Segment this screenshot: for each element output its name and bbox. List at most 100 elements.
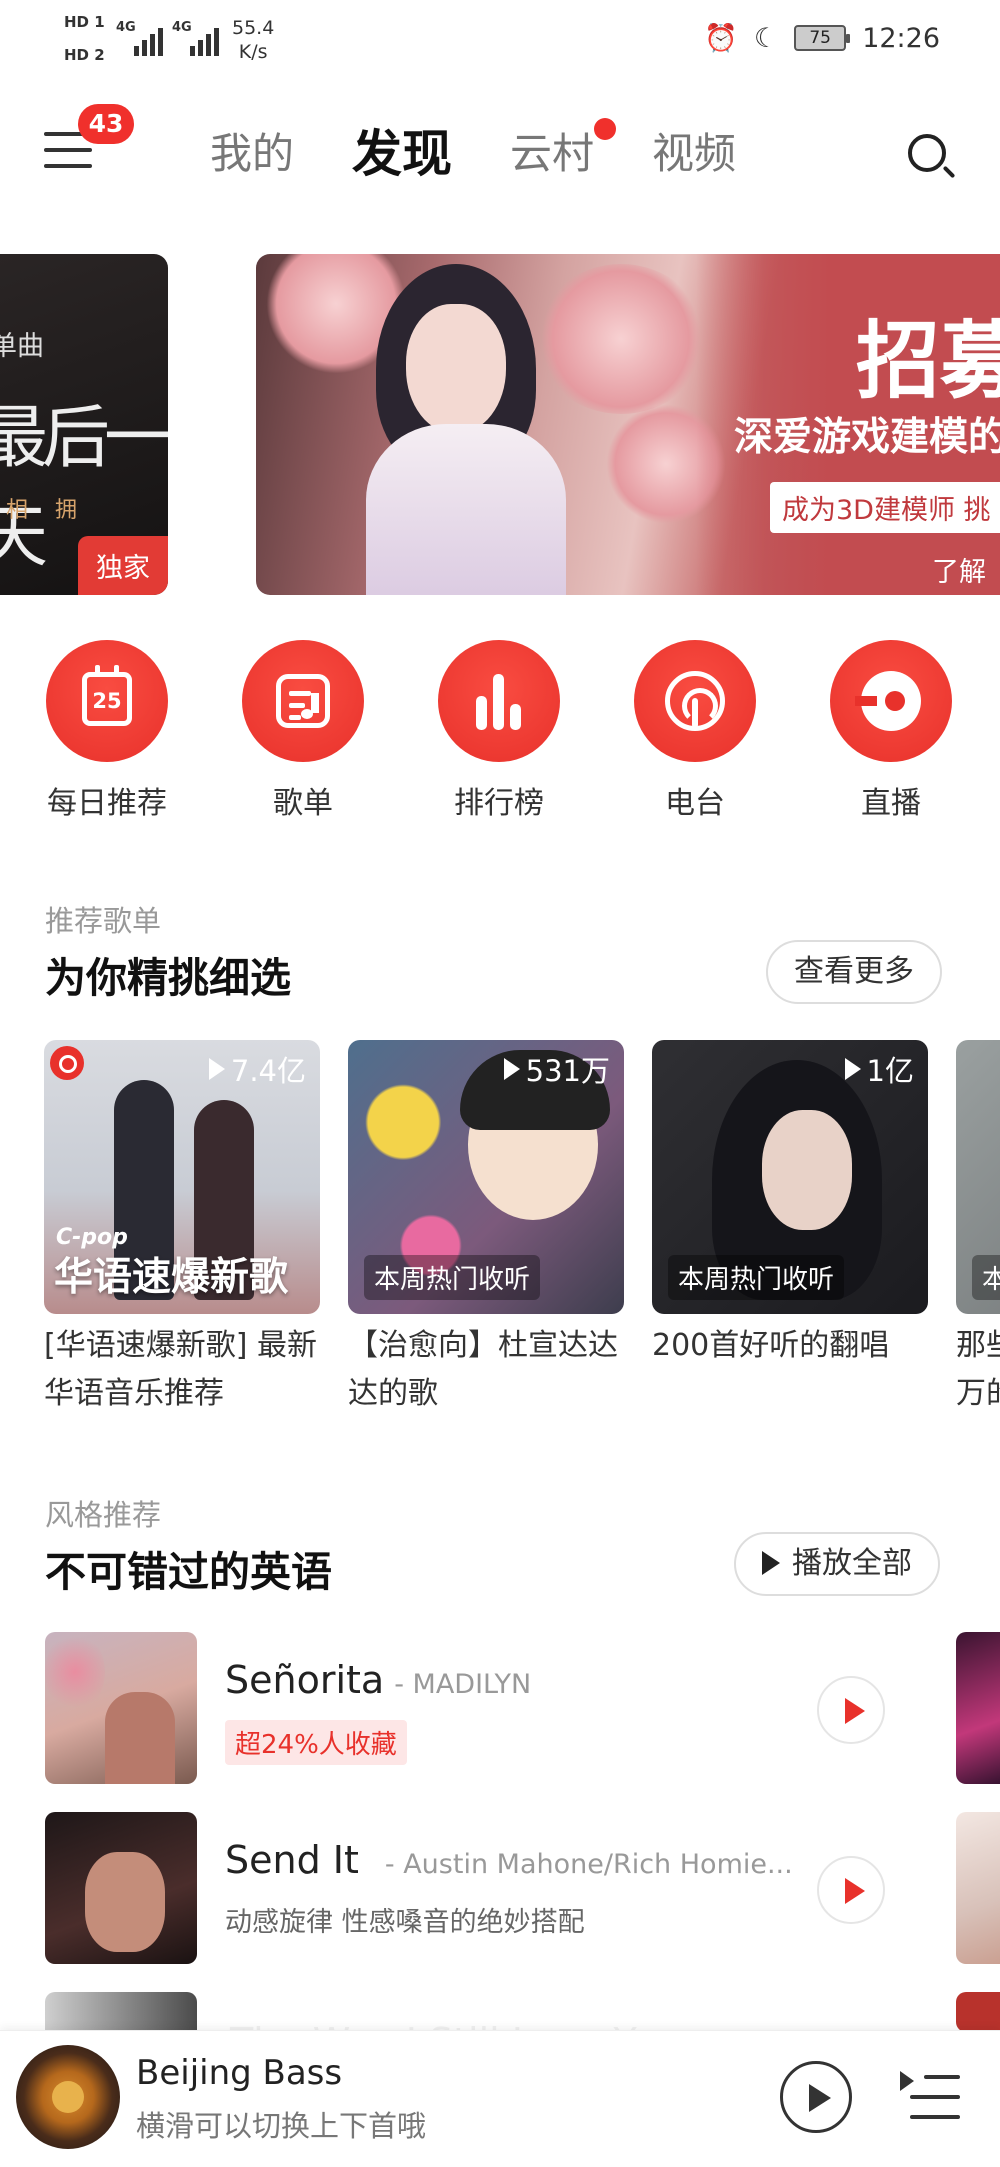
banner-subhead: 深爱游戏建模的 (734, 415, 1000, 460)
playlist-cover: 本 (956, 1040, 1000, 1314)
playlist-cover: 7.4亿 C-pop 华语速爆新歌 (44, 1040, 320, 1314)
playlist-title: 【治愈向】杜宣达达达的歌 (348, 1328, 618, 1411)
section-subtitle: 推荐歌单 (45, 904, 162, 938)
status-right: ⏰ ☾ 75 12:26 (704, 22, 940, 55)
song-artist: - Austin Mahone/Rich Homie... (384, 1849, 793, 1880)
song-description: 动感旋律 性感嗓音的绝妙搭配 (225, 1907, 585, 1938)
quick-daily[interactable]: 25 每日推荐 (32, 640, 182, 822)
cover-label: 本 (972, 1255, 1000, 1300)
exclusive-tag: 独家 (78, 536, 168, 595)
unread-dot (594, 118, 617, 140)
network-type-1: 4G (116, 20, 136, 35)
play-count: 7.4亿 (208, 1048, 306, 1090)
banner-more-link: 了解 (932, 557, 986, 588)
quick-radio-label: 电台 (665, 786, 725, 821)
sim2-label: HD 2 (64, 46, 105, 64)
mini-player[interactable]: Beijing Bass 横滑可以切换上下首哦 (0, 2030, 1000, 2167)
section-subtitle: 风格推荐 (45, 1498, 162, 1532)
play-count: 531万 (503, 1048, 610, 1090)
playlist-queue-icon[interactable] (900, 2071, 960, 2125)
quick-links: 25 每日推荐 歌单 排行榜 电台 直播 (0, 640, 1000, 822)
album-art (45, 1632, 197, 1784)
playlist-cover: 531万 本周热门收听 (348, 1040, 624, 1314)
banner-illustration-robe (366, 424, 566, 595)
blossom-decoration (536, 264, 706, 414)
song-artist: - MADILYN (394, 1669, 532, 1700)
next-column-art[interactable] (956, 1992, 1000, 2032)
play-button[interactable] (817, 1856, 885, 1924)
playlist-title: 那些万的 (956, 1328, 1000, 1411)
quick-radio[interactable]: 电台 (620, 640, 770, 822)
quick-daily-label: 每日推荐 (47, 786, 167, 821)
quick-live-label: 直播 (861, 786, 921, 821)
now-playing-title: Beijing Bass (136, 2053, 343, 2093)
album-art (45, 1812, 197, 1964)
tab-video[interactable]: 视频 (652, 126, 736, 182)
now-playing-cover[interactable] (16, 2045, 120, 2149)
song-row[interactable]: Send It - Austin Mahone/Rich Homie... 动感旋… (45, 1812, 945, 1968)
play-button[interactable] (817, 1676, 885, 1744)
quick-live[interactable]: 直播 (816, 640, 966, 822)
quick-playlist[interactable]: 歌单 (228, 640, 378, 822)
network-speed: 55.4 K/s (232, 17, 275, 63)
play-all-button[interactable]: 播放全部 (734, 1532, 940, 1596)
sim1-label: HD 1 (64, 13, 105, 31)
banner-left-line1: 单曲 (0, 331, 44, 362)
quick-rankings[interactable]: 排行榜 (424, 640, 574, 822)
tab-mine[interactable]: 我的 (210, 126, 294, 182)
tab-discover[interactable]: 发现 (352, 126, 452, 182)
song-title: Señorita - MADILYN (225, 1658, 532, 1702)
app-root: HD 1 HD 2 4G 4G 55.4 K/s ⏰ ☾ 75 12:26 43… (0, 0, 1000, 2167)
live-icon (830, 640, 952, 762)
next-column-art[interactable] (956, 1812, 1000, 1964)
signal-icon (190, 18, 219, 56)
search-icon[interactable] (906, 132, 956, 182)
network-type-2: 4G (172, 20, 192, 35)
song-row[interactable]: Señorita - MADILYN 超24%人收藏 (45, 1632, 945, 1788)
playlist-card[interactable]: 本 那些万的 (956, 1040, 1000, 1418)
tab-village[interactable]: 云村 (510, 118, 617, 182)
play-count-icon (503, 1058, 520, 1080)
signal-icon (134, 18, 163, 56)
cover-label: 本周热门收听 (364, 1255, 541, 1300)
song-title: Send It - Austin Mahone/Rich Homie... (225, 1838, 793, 1882)
album-art (45, 1992, 197, 2032)
playlist-title: [华语速爆新歌] 最新华语音乐推荐 (44, 1328, 317, 1411)
calendar-icon: 25 (46, 640, 168, 762)
section-title: 不可错过的英语 (45, 1548, 332, 1596)
cover-label: 本周热门收听 (668, 1255, 845, 1300)
playlist-card[interactable]: 1亿 本周热门收听 200首好听的翻唱 (652, 1040, 928, 1370)
radio-icon (634, 640, 756, 762)
chart-bars-icon (438, 640, 560, 762)
now-playing-hint: 横滑可以切换上下首哦 (136, 2109, 427, 2143)
playlist-icon (242, 640, 364, 762)
banner-left-line3: 相 拥 (6, 498, 87, 523)
tab-village-label: 云村 (510, 129, 595, 178)
moon-icon: ☾ (753, 22, 779, 54)
playlist-card[interactable]: 7.4亿 C-pop 华语速爆新歌 [华语速爆新歌] 最新华语音乐推荐 (44, 1040, 320, 1418)
play-pause-button[interactable] (780, 2061, 852, 2133)
playlist-card[interactable]: 531万 本周热门收听 【治愈向】杜宣达达达的歌 (348, 1040, 624, 1418)
banner-callout: 成为3D建模师 挑 (770, 482, 1000, 533)
netease-logo-icon (50, 1046, 84, 1080)
play-count: 1亿 (844, 1048, 914, 1090)
section-title: 为你精挑细选 (45, 954, 291, 1002)
notification-badge: 43 (78, 104, 134, 144)
next-column-art[interactable] (956, 1632, 1000, 1784)
battery-icon: 75 (794, 25, 851, 51)
quick-playlist-label: 歌单 (273, 786, 333, 821)
see-more-button[interactable]: 查看更多 (766, 940, 942, 1004)
alarm-icon: ⏰ (704, 23, 738, 54)
main-tabs: 我的 发现 云村 视频 (210, 118, 794, 182)
banner-previous[interactable]: 单曲 最后一天 相 拥 独家 (0, 254, 168, 595)
play-count-icon (208, 1058, 225, 1080)
popularity-tag: 超24%人收藏 (225, 1720, 407, 1765)
playlist-title: 200首好听的翻唱 (652, 1328, 890, 1363)
top-nav: 43 我的 发现 云村 视频 (0, 88, 1000, 218)
banner-carousel[interactable]: 招募 深爱游戏建模的 成为3D建模师 挑 了解 (256, 254, 1000, 595)
playlist-cover: 1亿 本周热门收听 (652, 1040, 928, 1314)
quick-rankings-label: 排行榜 (454, 786, 544, 821)
banner-headline: 招募 (856, 312, 1000, 410)
cover-text: 华语速爆新歌 (54, 1255, 289, 1300)
play-all-label: 播放全部 (792, 1546, 912, 1581)
